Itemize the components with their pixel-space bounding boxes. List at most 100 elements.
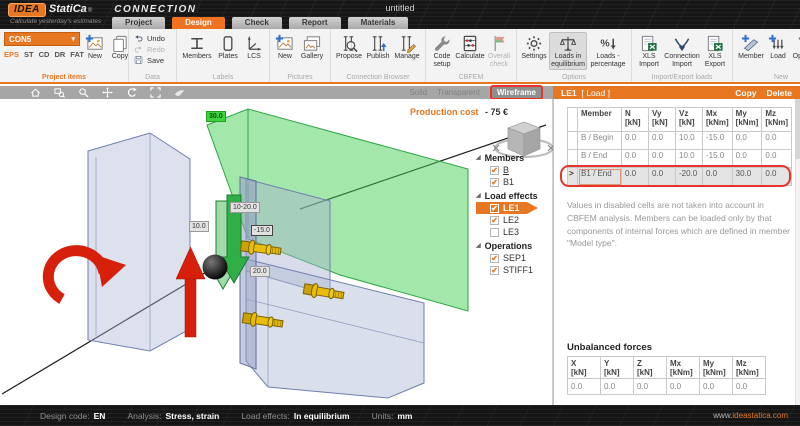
connection-import-button[interactable]: Connection Import <box>664 32 700 70</box>
gallery-icon <box>304 37 319 50</box>
checkbox-b1[interactable]: ✔ <box>490 178 499 187</box>
ribbon-group-data: Undo Redo Save Data <box>128 29 176 82</box>
filter-dr[interactable]: DR <box>54 50 65 59</box>
ribbon-group-import-export: XLS Import Connection Import XLS Export … <box>631 29 732 82</box>
fit-view-icon[interactable] <box>150 87 161 98</box>
loads-percentage-icon <box>600 38 615 49</box>
table-row-b-begin[interactable]: B / Begin 0.0 0.0 10.0 -15.0 0.0 0.0 <box>568 132 792 150</box>
tree-header-load-effects[interactable]: ◢ Load effects <box>476 189 552 202</box>
selected-row-marker-icon: > <box>569 169 574 178</box>
tree-item-b[interactable]: ✔ B <box>476 164 552 176</box>
dimension-badge-lower: 20.0 <box>250 266 270 277</box>
table-row-b1-end-selected[interactable]: > B1 / End 0.0 0.0 -20.0 0.0 30.0 0.0 <box>568 168 792 186</box>
copy-load-button[interactable]: Copy <box>735 88 756 98</box>
manage-button[interactable]: Manage <box>393 32 421 63</box>
settings-button[interactable]: Settings <box>521 32 547 63</box>
checkbox-le3[interactable] <box>490 228 499 237</box>
forces-header-row: Member N[kN] Vy[kN] Vz[kN] Mx[kNm] My[kN… <box>568 108 792 132</box>
view-mode-switch: Solid Transparent Wireframe <box>409 85 553 100</box>
labels-lcs-button[interactable]: LCS <box>243 32 265 63</box>
labels-members-button[interactable]: Members <box>181 32 213 63</box>
cbfem-note-text: Values in disabled cells are not taken i… <box>567 199 793 250</box>
viewport-3d[interactable]: Production cost - 75 € 30.0 10-20.0 10.0… <box>0 99 553 405</box>
tree-section-load-effects: ◢ Load effects ✔ LE1 ✔ LE2 LE3 <box>476 189 552 238</box>
checkbox-le1[interactable]: ✔ <box>490 204 499 213</box>
project-item-combo[interactable]: CON5 ▾ <box>4 32 80 46</box>
calculate-button[interactable]: Calculate <box>456 32 484 63</box>
redo-button[interactable]: Redo <box>133 44 172 54</box>
delete-load-button[interactable]: Delete <box>766 88 792 98</box>
picture-gallery-button[interactable]: Gallery <box>298 32 326 63</box>
code-setup-button[interactable]: Code setup <box>430 32 454 70</box>
project-item-filters: EPS ST CD DR FAT <box>4 50 82 59</box>
expander-icon: ◢ <box>476 192 481 199</box>
status-load-effects: Load effects: In equilibrium <box>241 411 349 421</box>
view-mode-transparent[interactable]: Transparent <box>437 88 480 97</box>
xls-import-icon <box>642 36 656 50</box>
unbalanced-header-row: X[kN] Y[kN] Z[kN] Mx[kNm] My[kNm] Mz[kNm… <box>568 357 766 379</box>
tab-project[interactable]: Project <box>112 17 165 29</box>
loads-percentage-button[interactable]: Loads - percentage <box>589 32 627 70</box>
checkbox-b[interactable]: ✔ <box>490 166 499 175</box>
tab-report[interactable]: Report <box>289 17 341 29</box>
checkbox-stiff1[interactable]: ✔ <box>490 266 499 275</box>
tab-materials[interactable]: Materials <box>348 17 409 29</box>
filter-eps[interactable]: EPS <box>4 50 19 59</box>
xls-export-button[interactable]: XLS Export <box>702 32 728 70</box>
plates-label-icon <box>224 37 232 50</box>
home-icon[interactable] <box>30 87 41 98</box>
ribbon-group-pictures: New Gallery Pictures <box>269 29 330 82</box>
tab-check[interactable]: Check <box>232 17 282 29</box>
loads-in-equilibrium-button[interactable]: Loads in equilibrium <box>549 32 587 70</box>
picture-new-button[interactable]: New <box>274 32 296 63</box>
tree-item-le1[interactable]: ✔ LE1 <box>476 202 538 214</box>
ribbon-group-project-items: CON5 ▾ EPS ST CD DR FAT New <box>0 29 128 82</box>
force-arrow-red[interactable] <box>185 277 196 337</box>
left-plate[interactable] <box>88 133 190 351</box>
pan-icon[interactable] <box>102 87 113 98</box>
xls-import-button[interactable]: XLS Import <box>636 32 662 70</box>
clip-icon[interactable] <box>174 87 185 98</box>
document-title: untitled <box>0 3 800 13</box>
save-button[interactable]: Save <box>133 55 172 65</box>
tree-item-sep1[interactable]: ✔ SEP1 <box>476 252 552 264</box>
tree-header-operations[interactable]: ◢ Operations <box>476 239 552 252</box>
view-mode-wireframe[interactable]: Wireframe <box>490 85 543 100</box>
node-sphere[interactable] <box>203 255 228 280</box>
filter-cd[interactable]: CD <box>39 50 50 59</box>
tree-header-members[interactable]: ◢ Members <box>476 151 552 164</box>
filter-st[interactable]: ST <box>24 50 34 59</box>
publish-button[interactable]: Publish <box>365 32 391 63</box>
rotate-icon[interactable] <box>126 87 137 98</box>
tree-item-le2[interactable]: ✔ LE2 <box>476 214 552 226</box>
tab-design[interactable]: Design <box>172 17 225 29</box>
expander-icon: ◢ <box>476 154 481 161</box>
copy-icon <box>114 36 126 51</box>
magnifier-icon[interactable] <box>78 87 89 98</box>
tree-item-b1[interactable]: ✔ B1 <box>476 176 552 188</box>
table-row-b-end[interactable]: B / End 0.0 0.0 10.0 -15.0 0.0 0.0 <box>568 150 792 168</box>
load-effect-header-bar: LE1 [ Load ] Copy Delete <box>553 86 800 99</box>
undo-button[interactable]: Undo <box>133 33 172 43</box>
view-mode-solid[interactable]: Solid <box>409 88 427 97</box>
propose-button[interactable]: Propose <box>335 32 363 63</box>
website-link[interactable]: www.ideastatica.com <box>713 411 788 420</box>
status-units: Units: mm <box>372 411 413 421</box>
lcs-icon <box>248 36 262 51</box>
zoom-window-icon[interactable] <box>54 87 65 98</box>
scrollbar[interactable] <box>795 99 800 405</box>
tree-item-stiff1[interactable]: ✔ STIFF1 <box>476 264 552 276</box>
new-load-button[interactable]: Load <box>767 32 789 63</box>
load-effect-panel: Member N[kN] Vy[kN] Vz[kN] Mx[kNm] My[kN… <box>553 99 800 405</box>
checkbox-sep1[interactable]: ✔ <box>490 254 499 263</box>
new-operation-button[interactable]: Operation <box>791 32 800 63</box>
overall-check-button[interactable]: Overall check <box>486 32 512 70</box>
new-member-button[interactable]: Member <box>737 32 765 63</box>
checkbox-le2[interactable]: ✔ <box>490 216 499 225</box>
dimension-badge-left: 10.0 <box>189 221 209 232</box>
filter-fat[interactable]: FAT <box>70 50 84 59</box>
ribbon: CON5 ▾ EPS ST CD DR FAT New <box>0 29 800 84</box>
new-project-item-button[interactable]: New <box>84 32 106 63</box>
labels-plates-button[interactable]: Plates <box>215 32 241 63</box>
tree-item-le3[interactable]: LE3 <box>476 226 552 238</box>
